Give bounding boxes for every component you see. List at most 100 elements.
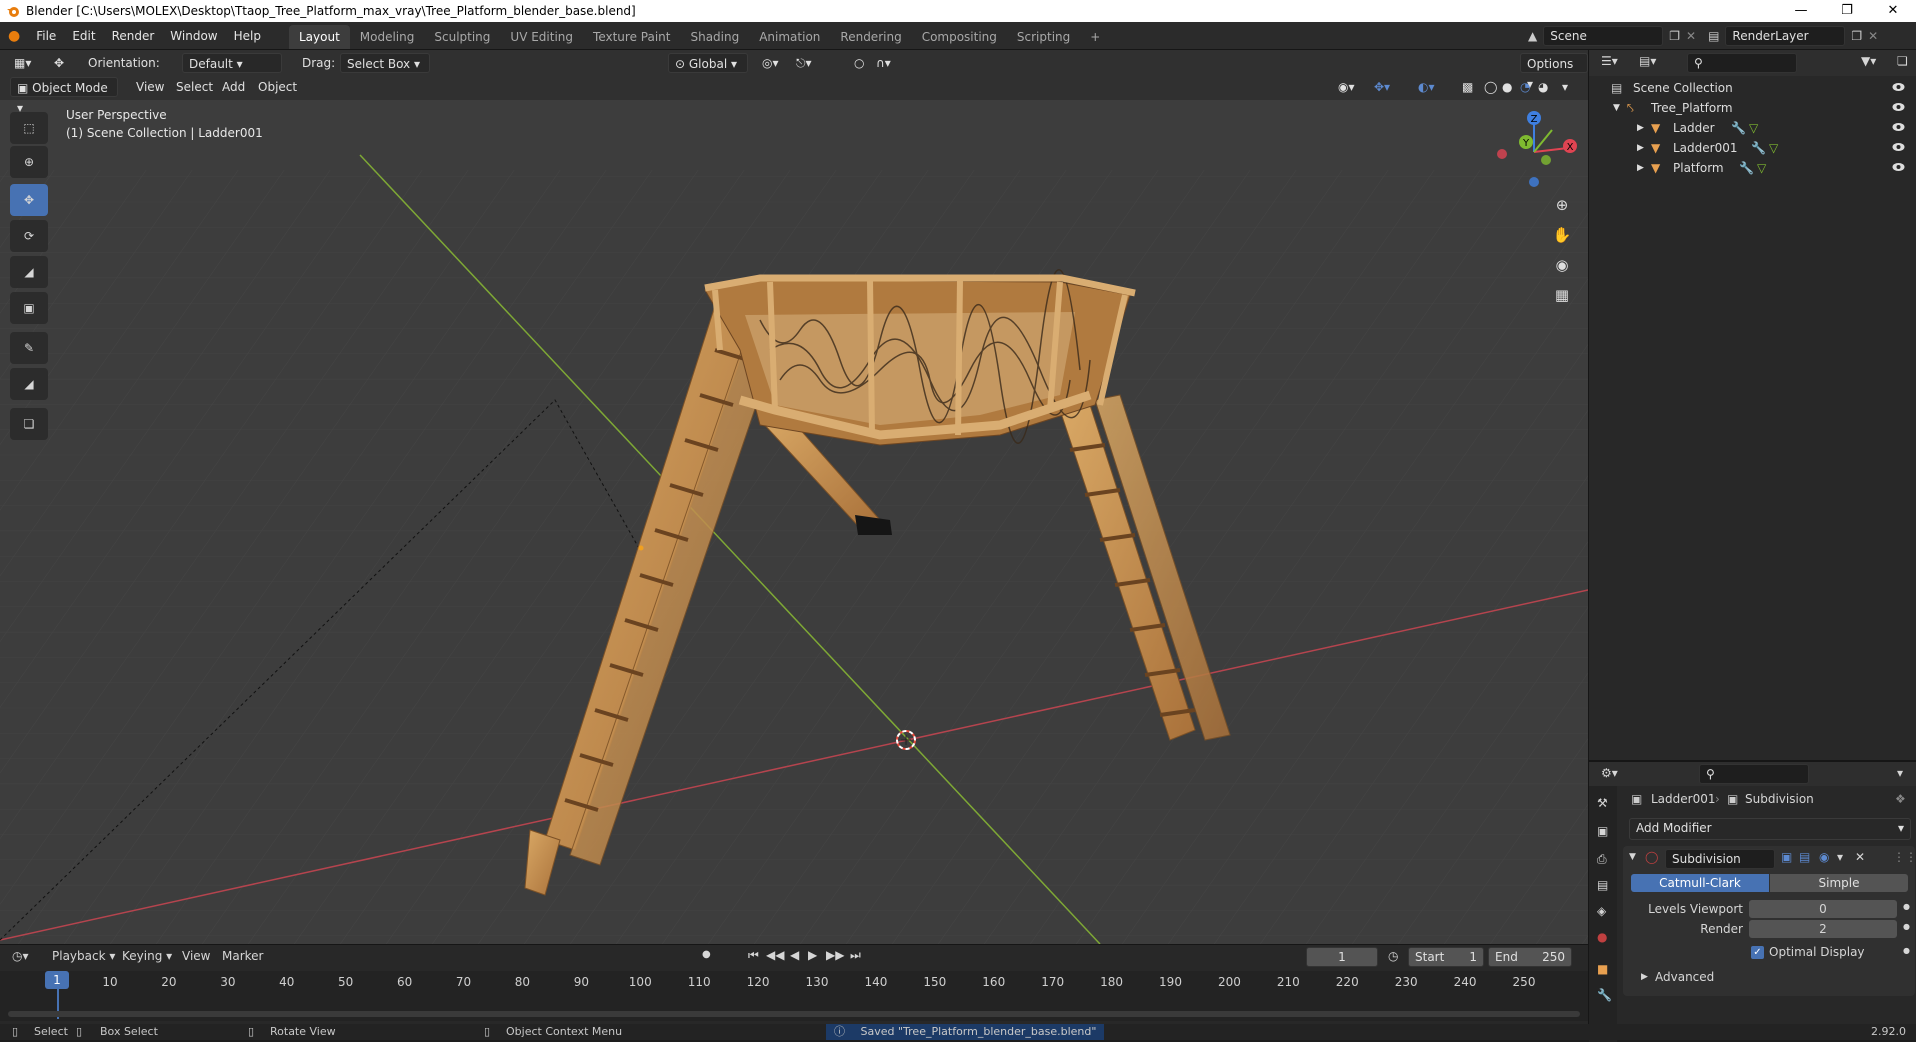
modifier-name-field[interactable]: Subdivision (1665, 849, 1775, 869)
snap-icon[interactable]: ⎋▾ (790, 53, 818, 73)
shading-options-icon[interactable]: ▾ (1556, 77, 1574, 97)
levels-viewport-field[interactable]: 0 (1749, 900, 1897, 918)
add-cube-tool[interactable]: ❏ (10, 408, 48, 440)
tab-sculpting[interactable]: Sculpting (424, 25, 500, 49)
add-modifier-dropdown[interactable]: Add Modifier ▾ (1629, 818, 1911, 840)
keyframe-dot-icon[interactable]: ● (1903, 946, 1910, 955)
eye-icon[interactable] (1892, 102, 1905, 112)
tab-texture-paint[interactable]: Texture Paint (583, 25, 680, 49)
new-layer-icon[interactable]: ❐ (1851, 29, 1862, 43)
navigation-gizmo[interactable]: Z X Y (1490, 108, 1578, 196)
eye-icon[interactable] (1892, 162, 1905, 172)
transform-tool-icon[interactable]: ✥ (48, 53, 70, 73)
transform-space-dropdown[interactable]: ⊙ Global ▾ (668, 53, 748, 73)
expand-arrow-icon[interactable]: ▶ (1637, 138, 1644, 158)
advanced-section[interactable]: Advanced (1655, 970, 1714, 984)
new-collection-icon[interactable]: ❏ (1897, 54, 1908, 68)
outliner-search[interactable]: ⚲ (1687, 53, 1797, 73)
keyframe-dot-icon[interactable]: ● (1903, 922, 1910, 931)
save-report[interactable]: ⓘ Saved "Tree_Platform_blender_base.blen… (826, 1024, 1105, 1040)
scene-field[interactable]: Scene (1543, 26, 1664, 46)
menu-edit[interactable]: Edit (64, 22, 103, 50)
tab-uv-editing[interactable]: UV Editing (500, 25, 583, 49)
filter-icon[interactable]: ▼▾ (1861, 54, 1876, 68)
collapse-arrow-icon[interactable]: ▼ (1629, 852, 1636, 862)
drag-handle-icon[interactable]: ⋮⋮ (1893, 850, 1916, 864)
drag-dropdown[interactable]: Select Box ▾ (340, 53, 430, 73)
simple-button[interactable]: Simple (1770, 874, 1908, 892)
render-toggle-icon[interactable]: ◉ (1819, 850, 1829, 864)
expand-arrow-icon[interactable]: ▶ (1637, 158, 1644, 178)
outliner-editor-icon[interactable]: ☰▾ (1601, 54, 1618, 68)
view-layer-tab-icon[interactable]: ▤ (1597, 878, 1608, 892)
menu-object[interactable]: Object (252, 77, 303, 97)
minimize-icon[interactable]: — (1778, 0, 1824, 22)
rendered-shading-icon[interactable]: ◕ (1532, 77, 1554, 97)
rotate-tool[interactable]: ⟳ (10, 220, 48, 252)
measure-tool[interactable]: ◢ (10, 368, 48, 400)
timeline-area[interactable]: 10 20 30 40 50 60 70 80 90 100 110 120 130 140 150 160 1… (0, 971, 1588, 1021)
outliner-scene-collection[interactable]: ▤ Scene Collection (1589, 78, 1916, 98)
tab-rendering[interactable]: Rendering (830, 25, 911, 49)
tool-tab-icon[interactable]: ⚒ (1597, 796, 1608, 810)
menu-add[interactable]: Add (216, 77, 251, 97)
tab-scripting[interactable]: Scripting (1007, 25, 1080, 49)
options-dropdown[interactable]: Options ▾ (1520, 53, 1588, 91)
menu-help[interactable]: Help (226, 22, 269, 50)
render-tab-icon[interactable]: ▣ (1597, 824, 1608, 838)
eye-icon[interactable] (1892, 122, 1905, 132)
expand-arrow-icon[interactable]: ▼ (1613, 98, 1620, 118)
menu-file[interactable]: File (28, 22, 64, 50)
tab-shading[interactable]: Shading (680, 25, 749, 49)
outliner-tree-platform[interactable]: ▼ ⤣ Tree_Platform (1589, 98, 1916, 118)
menu-window[interactable]: Window (162, 22, 225, 50)
render-layer-field[interactable]: RenderLayer (1725, 26, 1846, 46)
move-tool[interactable]: ✥ (10, 184, 48, 216)
keyframe-dot-icon[interactable]: ● (1903, 902, 1910, 911)
annotate-tool[interactable]: ✎ (10, 332, 48, 364)
gizmo-icon[interactable]: ✥▾ (1368, 77, 1396, 97)
mode-dropdown[interactable]: ▣ Object Mode ▾ (10, 77, 118, 115)
expand-arrow-icon[interactable]: ▶ (1637, 118, 1644, 138)
editmode-toggle-icon[interactable]: ▣ (1781, 850, 1792, 864)
modifier-menu-icon[interactable]: ▾ (1837, 850, 1843, 864)
new-scene-icon[interactable]: ❐ (1669, 29, 1680, 43)
advanced-expand-icon[interactable]: ▶ (1641, 972, 1648, 982)
world-tab-icon[interactable]: ● (1597, 930, 1607, 944)
select-box-tool[interactable]: ⬚ (10, 112, 48, 144)
cursor-tool[interactable]: ⊕ (10, 146, 48, 178)
menu-render[interactable]: Render (104, 22, 163, 50)
render-levels-field[interactable]: 2 (1749, 920, 1897, 938)
close-icon[interactable]: ✕ (1870, 0, 1916, 22)
blender-menu-icon[interactable]: ● (0, 28, 28, 44)
proportional-edit-icon[interactable]: ○ (848, 53, 870, 73)
3d-viewport[interactable] (0, 50, 1588, 944)
tab-animation[interactable]: Animation (749, 25, 830, 49)
pan-hand-icon[interactable]: ✋ (1549, 222, 1575, 248)
scale-tool[interactable]: ◢ (10, 256, 48, 288)
pin-icon[interactable]: ❖ (1895, 792, 1906, 806)
remove-layer-icon[interactable]: ✕ (1868, 29, 1878, 43)
overlay-icon[interactable]: ◐▾ (1412, 77, 1441, 97)
add-workspace-button[interactable]: + (1080, 25, 1110, 49)
transform-tool[interactable]: ▣ (10, 292, 48, 324)
properties-search[interactable]: ⚲ (1699, 764, 1809, 784)
perspective-toggle-icon[interactable]: ▦ (1549, 282, 1575, 308)
scene-tab-icon[interactable]: ◈ (1597, 904, 1606, 918)
properties-editor-icon[interactable]: ⚙▾ (1601, 766, 1618, 780)
modifier-tab-icon[interactable]: 🔧 (1597, 988, 1612, 1002)
remove-modifier-icon[interactable]: ✕ (1855, 850, 1865, 864)
object-tab-icon[interactable]: ■ (1597, 962, 1608, 976)
menu-view[interactable]: View (130, 77, 170, 97)
tab-modeling[interactable]: Modeling (350, 25, 425, 49)
tab-compositing[interactable]: Compositing (912, 25, 1007, 49)
visibility-icon[interactable]: ◉▾ (1332, 77, 1361, 97)
camera-view-icon[interactable]: ◉ (1549, 252, 1575, 278)
optimal-display-checkbox[interactable]: ✓ (1751, 946, 1764, 959)
properties-options-icon[interactable]: ▾ (1897, 766, 1903, 780)
viewport-toggle-icon[interactable]: ▤ (1799, 850, 1810, 864)
remove-scene-icon[interactable]: ✕ (1686, 29, 1696, 43)
pivot-icon[interactable]: ◎▾ (756, 53, 785, 73)
outliner-platform[interactable]: ▶ ▼ Platform 🔧 ▽ (1589, 158, 1916, 178)
menu-select[interactable]: Select (170, 77, 219, 97)
